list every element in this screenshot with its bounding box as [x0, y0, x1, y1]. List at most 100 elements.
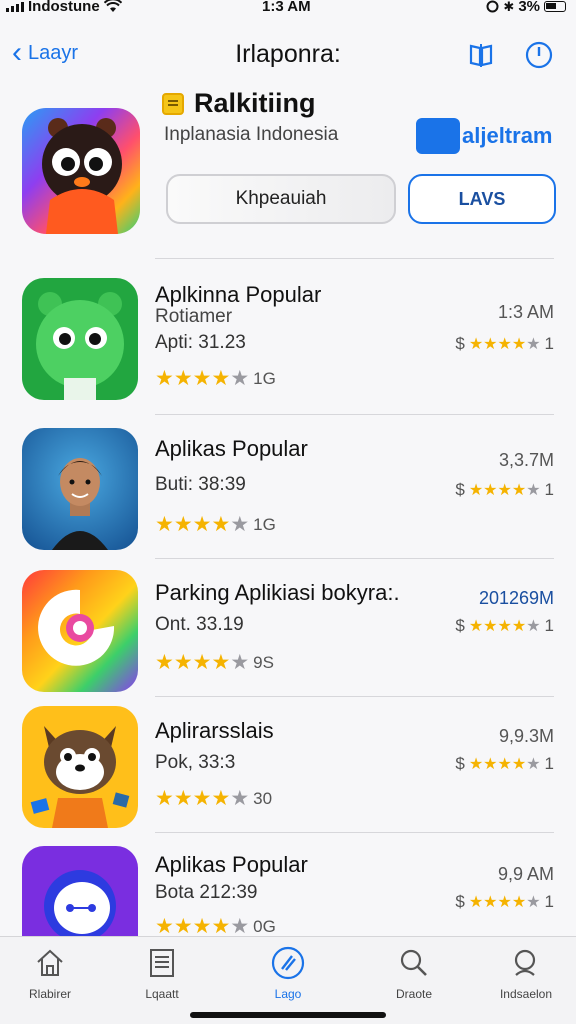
rating-count: 1G — [253, 514, 276, 534]
star-rating: ★★★★ ★ 1G — [155, 512, 276, 537]
app-meta: 3,3.7M — [498, 450, 554, 470]
tab-home[interactable]: Rlabirer — [0, 945, 100, 1001]
price-label: $ — [455, 892, 465, 911]
search-icon — [508, 945, 544, 981]
app-name: Aplkinna Popular — [155, 282, 322, 307]
tab-label: Indsaelon — [499, 987, 553, 1001]
price-count: 1 — [544, 334, 554, 353]
hero-title: Ralkitiing — [194, 88, 316, 118]
star-icon: ★★★★ — [155, 513, 231, 536]
tab-search-2[interactable]: Indsaelon — [476, 945, 576, 1001]
brand-text: aljeltram — [462, 123, 553, 148]
app-icon-purple-robot — [22, 846, 138, 936]
price-row: $ ★★★★★ 1 — [455, 892, 554, 912]
hero-subtitle: Inplanasia Indonesia — [164, 124, 339, 145]
divider — [155, 832, 554, 833]
compass-icon — [270, 945, 306, 981]
price-label: $ — [455, 480, 465, 499]
rating-count: 30 — [253, 788, 273, 808]
app-version: Ont. 33.19 — [155, 614, 244, 635]
app-name: Aplikas Popular — [155, 436, 308, 461]
home-icon — [32, 945, 68, 981]
star-icon: ★★★★★ — [468, 756, 541, 773]
app-version: Apti: 31.23 — [155, 332, 246, 353]
app-version: Buti: 38:39 — [155, 474, 246, 495]
note-icon — [162, 92, 184, 115]
search-icon — [396, 945, 432, 981]
tab-documents[interactable]: Lqaatt — [112, 945, 212, 1001]
app-developer: Rotiamer — [155, 306, 233, 327]
tab-bar: Rlabirer Lqaatt Lago Draote Indsaelon — [0, 936, 576, 1024]
star-rating: ★★★★ ★ 30 — [155, 786, 272, 811]
book-icon[interactable] — [464, 38, 498, 72]
price-count: 1 — [544, 480, 554, 499]
divider — [155, 558, 554, 559]
bluetooth-icon: ✱ — [503, 0, 515, 14]
brand-logo-icon — [416, 118, 460, 154]
primary-button[interactable]: LAVS — [408, 174, 556, 224]
app-icon-green-bear — [22, 278, 138, 400]
carrier-name: Indostune — [28, 0, 100, 15]
star-rating: ★★★★ ★ 1G — [155, 366, 276, 391]
price-label: $ — [455, 616, 465, 635]
app-meta: 9,9.3M — [498, 726, 554, 746]
app-meta: 201269M — [478, 588, 554, 608]
tab-label: Lqaatt — [145, 987, 179, 1001]
signal-icon — [6, 1, 24, 12]
app-name: Parking Aplikiasi bokyra:. — [155, 580, 400, 605]
star-icon: ★★★★★ — [468, 482, 541, 499]
app-version: Pok, 33:3 — [155, 752, 236, 773]
nav-bar: ‹ Laayr Irlaponra: — [0, 30, 576, 82]
price-row: $ ★★★★★ 1 — [455, 754, 554, 774]
tab-search[interactable]: Draote — [364, 945, 464, 1001]
power-icon[interactable] — [522, 38, 556, 72]
price-count: 1 — [544, 892, 554, 911]
star-icon: ★ — [230, 513, 250, 536]
star-icon: ★★★★ — [155, 367, 231, 390]
app-meta: 9,9 AM — [497, 864, 554, 884]
battery-percent: 3% — [518, 0, 540, 15]
star-icon: ★ — [230, 787, 250, 810]
status-right: ✱ 3% — [486, 0, 566, 15]
hero-app-icon[interactable] — [22, 108, 140, 234]
price-count: 1 — [544, 616, 554, 635]
app-icon-raccoon — [22, 706, 138, 828]
hero-title-row: Ralkitiing — [162, 88, 316, 119]
star-icon: ★★★★ — [155, 651, 231, 674]
divider — [155, 258, 554, 259]
app-name: Aplirarsslais — [155, 718, 274, 743]
tab-apps[interactable]: Lago — [238, 945, 338, 1001]
app-name: Aplikas Popular — [155, 852, 308, 877]
wifi-icon — [103, 0, 122, 12]
star-icon: ★★★★★ — [468, 336, 541, 353]
star-icon: ★★★★ — [155, 787, 231, 810]
price-label: $ — [455, 754, 465, 773]
app-icon-rainbow-swirl — [22, 570, 138, 692]
star-icon: ★ — [230, 651, 250, 674]
tab-label: Rlabirer — [28, 987, 71, 1001]
document-icon — [144, 945, 180, 981]
secondary-button[interactable]: Khpeauiah — [166, 174, 396, 224]
app-meta: 1:3 AM — [497, 302, 554, 322]
price-row: $ ★★★★★ 1 — [455, 334, 554, 354]
tab-label: Lago — [274, 987, 302, 1001]
star-icon: ★ — [230, 367, 250, 390]
price-count: 1 — [544, 754, 554, 773]
price-label: $ — [455, 334, 465, 353]
alarm-icon — [486, 0, 499, 13]
divider — [155, 696, 554, 697]
rating-count: 1G — [253, 368, 276, 388]
rating-count: 0G — [253, 916, 276, 936]
divider — [155, 414, 554, 415]
battery-icon — [544, 1, 566, 12]
price-row: $ ★★★★★ 1 — [455, 480, 554, 500]
status-left: Indostune — [6, 0, 122, 15]
home-indicator[interactable] — [190, 1012, 386, 1018]
star-rating: ★★★★ ★ 9S — [155, 650, 274, 675]
app-icon-boy-portrait — [22, 428, 138, 550]
brand-badge[interactable]: aljeltram — [416, 118, 553, 154]
star-icon: ★★★★★ — [468, 618, 541, 635]
app-version: Bota 212:39 — [155, 882, 258, 903]
status-time: 1:3 AM — [262, 0, 311, 15]
star-icon: ★★★★★ — [468, 894, 541, 911]
